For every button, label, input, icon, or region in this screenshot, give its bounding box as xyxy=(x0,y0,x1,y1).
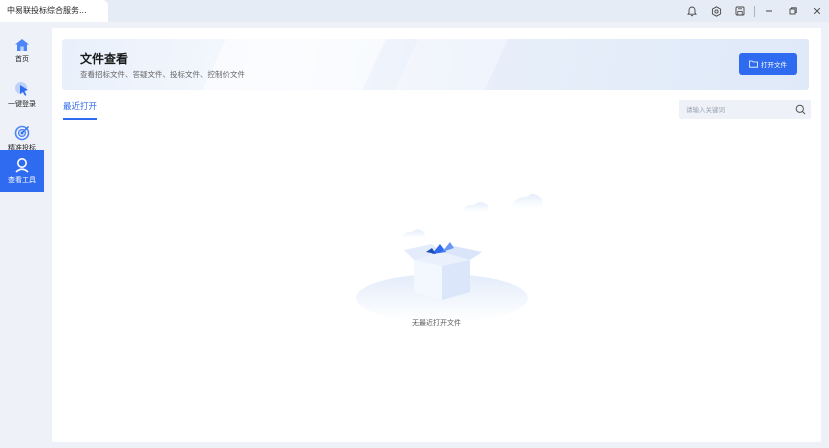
sidebar: 首页 一键登录 精准投标 查看工具 xyxy=(0,22,44,448)
save-disk-icon[interactable] xyxy=(728,0,752,22)
tab-active-indicator xyxy=(63,118,97,120)
empty-state-text: 无最近打开文件 xyxy=(412,319,461,327)
sidebar-item-label: 查看工具 xyxy=(8,176,36,184)
empty-box-illustration xyxy=(356,193,542,322)
folder-icon xyxy=(749,60,758,68)
search-box xyxy=(679,100,811,119)
close-icon[interactable] xyxy=(805,0,829,22)
search-icon[interactable] xyxy=(795,104,806,115)
sidebar-item-one-click-login[interactable]: 一键登录 xyxy=(0,74,44,116)
target-icon xyxy=(14,125,30,141)
window-controls xyxy=(680,0,829,22)
sidebar-item-label: 一键登录 xyxy=(8,100,36,108)
divider xyxy=(754,5,755,17)
title-bar: 中易联投标综合服务... xyxy=(0,0,829,22)
settings-gear-icon[interactable] xyxy=(704,0,728,22)
minimize-icon[interactable] xyxy=(757,0,781,22)
page-title: 文件查看 xyxy=(80,52,129,66)
restore-icon[interactable] xyxy=(781,0,805,22)
search-input[interactable] xyxy=(679,100,789,119)
page-subtitle: 查看招标文件、答疑文件、投标文件、控制价文件 xyxy=(80,70,245,79)
open-file-label: 打开文件 xyxy=(761,61,787,69)
tab-recent[interactable]: 最近打开 xyxy=(63,100,97,112)
main-panel: 文件查看 查看招标文件、答疑文件、投标文件、控制价文件 打开文件 最近打开 请输… xyxy=(52,28,821,442)
sidebar-item-label: 首页 xyxy=(15,55,29,63)
search-person-icon xyxy=(15,158,29,173)
open-file-button[interactable]: 打开文件 xyxy=(739,53,797,75)
header-banner: 文件查看 查看招标文件、答疑文件、投标文件、控制价文件 打开文件 xyxy=(62,39,809,90)
banner-decoration xyxy=(381,39,513,90)
banner-decoration xyxy=(188,39,396,90)
app-tab-title: 中易联投标综合服务... xyxy=(7,6,87,15)
cursor-icon xyxy=(15,82,28,96)
sidebar-item-home[interactable]: 首页 xyxy=(0,30,44,72)
sidebar-item-view-tools[interactable]: 查看工具 xyxy=(0,150,44,192)
app-tab[interactable]: 中易联投标综合服务... xyxy=(0,0,108,22)
home-icon xyxy=(15,39,29,51)
notification-bell-icon[interactable] xyxy=(680,0,704,22)
